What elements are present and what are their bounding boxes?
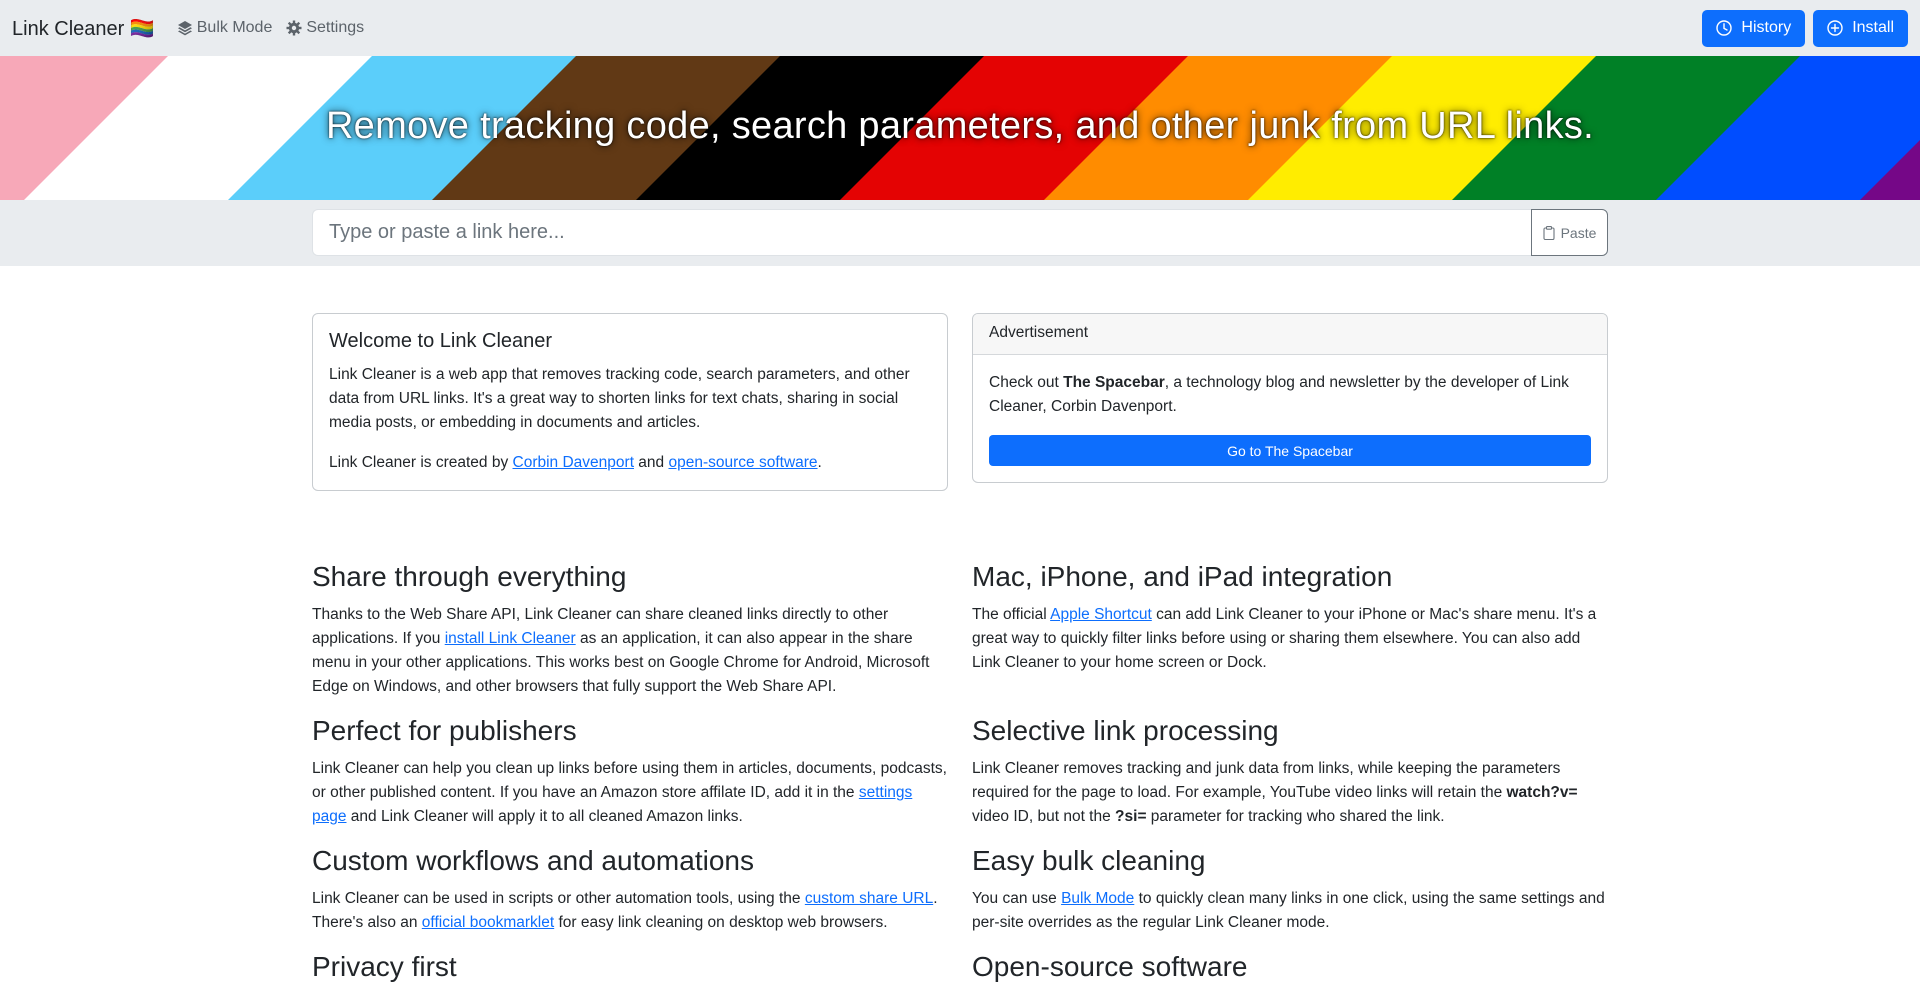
hero-headline: Remove tracking code, search parameters,… (325, 105, 1595, 147)
feature-share-text: Thanks to the Web Share API, Link Cleane… (312, 603, 948, 699)
paste-button-label: Paste (1560, 224, 1597, 241)
advertisement-header: Advertisement (973, 314, 1607, 355)
navbar: Link Cleaner 🏳️‍🌈 Bulk Mode Settings (0, 0, 1920, 56)
feature-publishers-text: Link Cleaner can help you clean up links… (312, 757, 948, 829)
advertisement-text: Check out The Spacebar, a technology blo… (989, 371, 1591, 419)
link-input[interactable] (312, 209, 1531, 256)
welcome-credits: Link Cleaner is created by Corbin Davenp… (329, 451, 931, 475)
feature-privacy-title: Privacy first (312, 951, 457, 982)
feature-bulk-title: Easy bulk cleaning (972, 845, 1206, 876)
bookmarklet-link[interactable]: official bookmarklet (422, 914, 554, 931)
open-source-link[interactable]: open-source software (668, 454, 817, 471)
feature-privacy: Privacy first (312, 951, 948, 993)
custom-share-url-link[interactable]: custom share URL (805, 890, 933, 907)
feature-workflows-text: Link Cleaner can be used in scripts or o… (312, 887, 948, 935)
credits-period: . (817, 454, 822, 471)
welcome-title: Welcome to Link Cleaner (329, 330, 553, 352)
nav-bulk-mode-label: Bulk Mode (196, 19, 273, 36)
welcome-card: Welcome to Link Cleaner Link Cleaner is … (312, 313, 948, 491)
layers-icon (177, 21, 192, 36)
feature-publishers-title: Perfect for publishers (312, 715, 577, 746)
feature-publishers: Perfect for publishers Link Cleaner can … (312, 715, 948, 829)
feature-selective-text: Link Cleaner removes tracking and junk d… (972, 757, 1608, 829)
feature-selective-text-3: parameter for tracking who shared the li… (1146, 808, 1445, 825)
feature-share: Share through everything Thanks to the W… (312, 561, 948, 699)
go-to-spacebar-button[interactable]: Go to The Spacebar (989, 435, 1591, 466)
plus-circle-icon (1827, 20, 1843, 36)
feature-workflows-text-3: for easy link cleaning on desktop web br… (554, 914, 888, 931)
advertisement-body: Check out The Spacebar, a technology blo… (973, 355, 1607, 482)
feature-apple: Mac, iPhone, and iPad integration The of… (972, 561, 1608, 675)
history-button[interactable]: History (1702, 9, 1806, 47)
feature-publishers-text-1: Link Cleaner can help you clean up links… (312, 760, 947, 801)
install-button-label: Install (1852, 19, 1894, 36)
feature-apple-text-1: The official (972, 606, 1051, 623)
welcome-description: Link Cleaner is a web app that removes t… (329, 366, 910, 431)
feature-bulk-text-1: You can use (972, 890, 1062, 907)
nav-settings[interactable]: Settings (286, 19, 364, 37)
feature-apple-text: The official Apple Shortcut can add Link… (972, 603, 1608, 675)
history-button-label: History (1741, 19, 1792, 36)
feature-selective-text-2: video ID, but not the (972, 808, 1116, 825)
author-link[interactable]: Corbin Davenport (513, 454, 634, 471)
feature-publishers-text-2: and Link Cleaner will apply it to all cl… (346, 808, 743, 825)
link-input-group: Paste (312, 209, 1608, 256)
credits-and: and (634, 454, 669, 471)
feature-share-title: Share through everything (312, 561, 627, 592)
feature-oss: Open-source software (972, 951, 1608, 993)
credits-prefix: Link Cleaner is created by (329, 454, 513, 471)
feature-bulk: Easy bulk cleaning You can use Bulk Mode… (972, 845, 1608, 935)
link-input-bar: Paste (0, 200, 1920, 266)
navbar-actions: History Install (1702, 9, 1908, 47)
bulk-mode-link[interactable]: Bulk Mode (1061, 890, 1134, 907)
hero-banner: Remove tracking code, search parameters,… (0, 56, 1920, 200)
feature-selective-text-1: Link Cleaner removes tracking and junk d… (972, 760, 1561, 801)
feature-selective: Selective link processing Link Cleaner r… (972, 715, 1608, 829)
feature-workflows-title: Custom workflows and automations (312, 845, 754, 876)
feature-workflows: Custom workflows and automations Link Cl… (312, 845, 948, 935)
feature-selective-title: Selective link processing (972, 715, 1279, 746)
apple-shortcut-link[interactable]: Apple Shortcut (1050, 606, 1152, 623)
brand-title[interactable]: Link Cleaner 🏳️‍🌈 (12, 16, 155, 41)
feature-bulk-text: You can use Bulk Mode to quickly clean m… (972, 887, 1608, 935)
feature-apple-title: Mac, iPhone, and iPad integration (972, 561, 1393, 592)
advertisement-card: Advertisement Check out The Spacebar, a … (972, 313, 1608, 483)
nav-bulk-mode[interactable]: Bulk Mode (177, 19, 273, 37)
feature-oss-title: Open-source software (972, 951, 1248, 982)
ad-brand-name: The Spacebar (1063, 374, 1165, 391)
feature-workflows-text-1: Link Cleaner can be used in scripts or o… (312, 890, 805, 907)
feature-selective-code-2: ?si= (1115, 808, 1147, 825)
gear-icon (286, 20, 302, 36)
clock-icon (1716, 20, 1733, 36)
ad-prefix: Check out (989, 374, 1064, 391)
nav-settings-label: Settings (306, 19, 365, 36)
clipboard-icon (1543, 225, 1555, 240)
paste-button[interactable]: Paste (1531, 209, 1608, 256)
install-link[interactable]: install Link Cleaner (445, 630, 576, 647)
install-button[interactable]: Install (1813, 9, 1908, 47)
feature-selective-code-1: watch?v= (1506, 784, 1578, 801)
